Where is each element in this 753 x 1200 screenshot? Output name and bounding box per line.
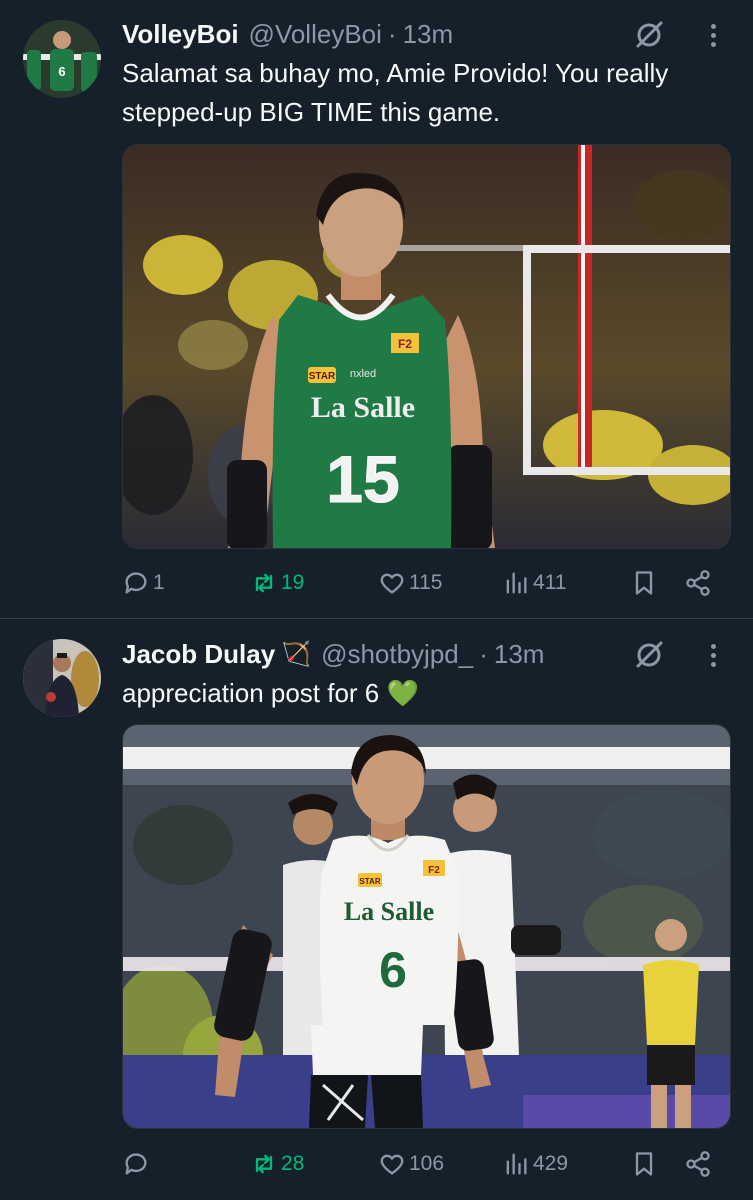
- display-name[interactable]: VolleyBoi: [122, 19, 239, 50]
- tweet-2[interactable]: Jacob Dulay 🏹 @shotbyjpd_ · 13m apprecia…: [0, 619, 753, 1200]
- share-icon: [686, 1151, 710, 1177]
- reply-icon: [125, 572, 147, 594]
- jersey-number: 15: [326, 442, 399, 516]
- tweet-text: appreciation post for 6 💚: [122, 678, 419, 708]
- sponsor-star: STAR: [359, 877, 380, 886]
- separator-dot: ·: [387, 18, 397, 49]
- tweet-actions: 1 19 115 411: [122, 563, 722, 603]
- like-count: 106: [409, 1152, 445, 1175]
- like-icon: [380, 1154, 404, 1175]
- svg-text:6: 6: [58, 64, 65, 79]
- retweet-count: 28: [281, 1152, 305, 1175]
- like-count: 115: [409, 571, 443, 594]
- sponsor-star: STAR: [309, 371, 336, 382]
- views-button[interactable]: 429: [502, 1144, 568, 1184]
- tweet-header: VolleyBoi @VolleyBoi · 13m: [122, 16, 453, 52]
- views-button[interactable]: 411: [502, 563, 566, 603]
- like-icon: [380, 573, 404, 594]
- timestamp[interactable]: 13m: [494, 639, 545, 670]
- like-button[interactable]: 115: [378, 563, 442, 603]
- views-count: 429: [533, 1152, 569, 1175]
- retweet-icon: [255, 573, 273, 593]
- reply-button[interactable]: 1: [122, 563, 165, 603]
- retweet-button[interactable]: 19: [250, 563, 304, 603]
- separator-dot: ·: [479, 638, 488, 669]
- name-emoji: 🏹: [281, 640, 312, 668]
- reply-icon: [125, 1153, 147, 1175]
- tweet-text: Salamat sa buhay mo, Amie Provido! You r…: [122, 58, 669, 127]
- sponsor-f2: F2: [428, 865, 440, 876]
- bookmark-icon: [635, 571, 653, 595]
- more-icon[interactable]: [703, 18, 723, 52]
- timestamp[interactable]: 13m: [403, 19, 454, 50]
- bookmark-button[interactable]: [630, 1144, 661, 1184]
- views-count: 411: [533, 571, 567, 594]
- tweet-actions: 28 106 429: [122, 1144, 722, 1184]
- handle[interactable]: @VolleyBoi: [249, 19, 382, 50]
- display-name[interactable]: Jacob Dulay: [122, 639, 275, 670]
- retweet-icon: [255, 1154, 273, 1174]
- share-button[interactable]: [684, 1144, 715, 1184]
- sponsor-f2: F2: [398, 337, 412, 351]
- avatar[interactable]: 6: [23, 20, 101, 98]
- retweet-button[interactable]: 28: [250, 1144, 304, 1184]
- grok-icon[interactable]: [632, 638, 666, 672]
- bookmark-icon: [635, 1152, 653, 1176]
- jersey-team: La Salle: [311, 391, 415, 424]
- reply-button[interactable]: [122, 1144, 153, 1184]
- jersey-number: 6: [379, 942, 407, 998]
- jersey-team: La Salle: [344, 897, 434, 926]
- grok-icon[interactable]: [632, 18, 666, 52]
- share-icon: [686, 570, 710, 596]
- tweet-header: Jacob Dulay 🏹 @shotbyjpd_ · 13m: [122, 636, 544, 672]
- reply-count: 1: [153, 571, 165, 594]
- views-icon: [506, 572, 527, 594]
- tweet-image[interactable]: F2 STAR nxled La Salle 15: [122, 144, 731, 549]
- tweet-1[interactable]: 6 VolleyBoi @VolleyBoi · 13m Salamat sa …: [0, 0, 753, 618]
- handle[interactable]: @shotbyjpd_: [321, 639, 473, 670]
- avatar[interactable]: [23, 639, 101, 717]
- bookmark-button[interactable]: [630, 563, 661, 603]
- share-button[interactable]: [684, 563, 715, 603]
- views-icon: [506, 1153, 527, 1175]
- like-button[interactable]: 106: [378, 1144, 444, 1184]
- tweet-image[interactable]: F2 STAR La Salle 6: [122, 724, 731, 1129]
- retweet-count: 19: [281, 571, 305, 594]
- sponsor-nxled: nxled: [350, 368, 376, 380]
- more-icon[interactable]: [703, 638, 723, 672]
